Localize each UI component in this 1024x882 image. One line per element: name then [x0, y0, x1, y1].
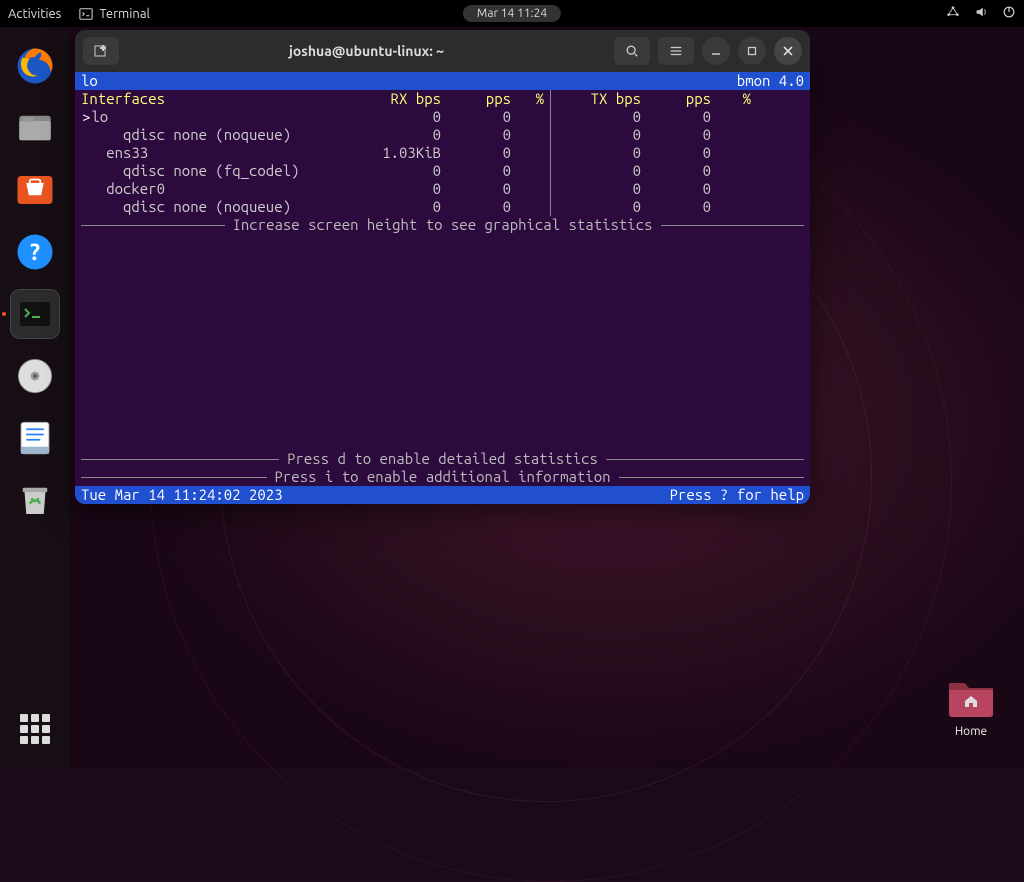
svg-text:?: ? — [30, 240, 40, 265]
window-title: joshua@ubuntu-linux: ~ — [119, 43, 614, 59]
search-button[interactable] — [614, 37, 650, 65]
hamburger-menu-button[interactable] — [658, 37, 694, 65]
bmon-header-left: lo — [81, 72, 98, 90]
apps-grid-icon — [20, 714, 50, 744]
desktop-home-label: Home — [955, 725, 987, 738]
terminal-window: joshua@ubuntu-linux: ~ lo bmon 4.0 — [75, 30, 810, 504]
dock-software[interactable] — [10, 165, 60, 215]
current-app-indicator[interactable]: Terminal — [79, 7, 150, 21]
dock-text-editor[interactable] — [10, 413, 60, 463]
new-tab-button[interactable] — [83, 37, 119, 65]
dock-firefox[interactable] — [10, 41, 60, 91]
hint-i: Press i to enable additional information — [75, 468, 810, 486]
status-timestamp: Tue Mar 14 11:24:02 2023 — [81, 486, 670, 504]
desktop-home-folder[interactable]: Home — [946, 675, 996, 738]
interface-row: ens331.03KiB000 — [75, 144, 810, 162]
interface-row: qdisc none (noqueue)0000 — [75, 198, 810, 216]
network-icon[interactable] — [946, 5, 960, 22]
terminal-icon — [79, 7, 93, 21]
volume-icon[interactable] — [974, 5, 988, 22]
activities-button[interactable]: Activities — [8, 7, 61, 21]
dock: ? — [0, 27, 70, 768]
top-bar: Activities Terminal Mar 14 11:24 — [0, 0, 1024, 27]
close-button[interactable] — [774, 37, 802, 65]
interface-row: >lo0000 — [75, 108, 810, 126]
increase-screen-msg: Increase screen height to see graphical … — [75, 216, 810, 234]
dock-files[interactable] — [10, 103, 60, 153]
hint-d: Press d to enable detailed statistics — [75, 450, 810, 468]
interface-row: qdisc none (fq_codel)0000 — [75, 162, 810, 180]
dock-terminal[interactable] — [10, 289, 60, 339]
interface-row: qdisc none (noqueue)0000 — [75, 126, 810, 144]
bmon-header: lo bmon 4.0 — [75, 72, 810, 90]
terminal-body[interactable]: lo bmon 4.0 Interfaces RX bps pps % TX b… — [75, 72, 810, 504]
show-applications-button[interactable] — [10, 704, 60, 754]
bmon-header-right: bmon 4.0 — [737, 72, 804, 90]
clock[interactable]: Mar 14 11:24 — [463, 5, 561, 22]
status-help: Press ? for help — [670, 486, 804, 504]
current-app-name: Terminal — [99, 7, 150, 21]
dock-help[interactable]: ? — [10, 227, 60, 277]
column-headers: Interfaces RX bps pps % TX bps pps % — [75, 90, 810, 108]
titlebar[interactable]: joshua@ubuntu-linux: ~ — [75, 30, 810, 72]
dock-trash[interactable] — [10, 475, 60, 525]
maximize-button[interactable] — [738, 37, 766, 65]
status-bar: Tue Mar 14 11:24:02 2023 Press ? for hel… — [75, 486, 810, 504]
minimize-button[interactable] — [702, 37, 730, 65]
dock-disks[interactable] — [10, 351, 60, 401]
interface-row: docker00000 — [75, 180, 810, 198]
power-icon[interactable] — [1002, 5, 1016, 22]
